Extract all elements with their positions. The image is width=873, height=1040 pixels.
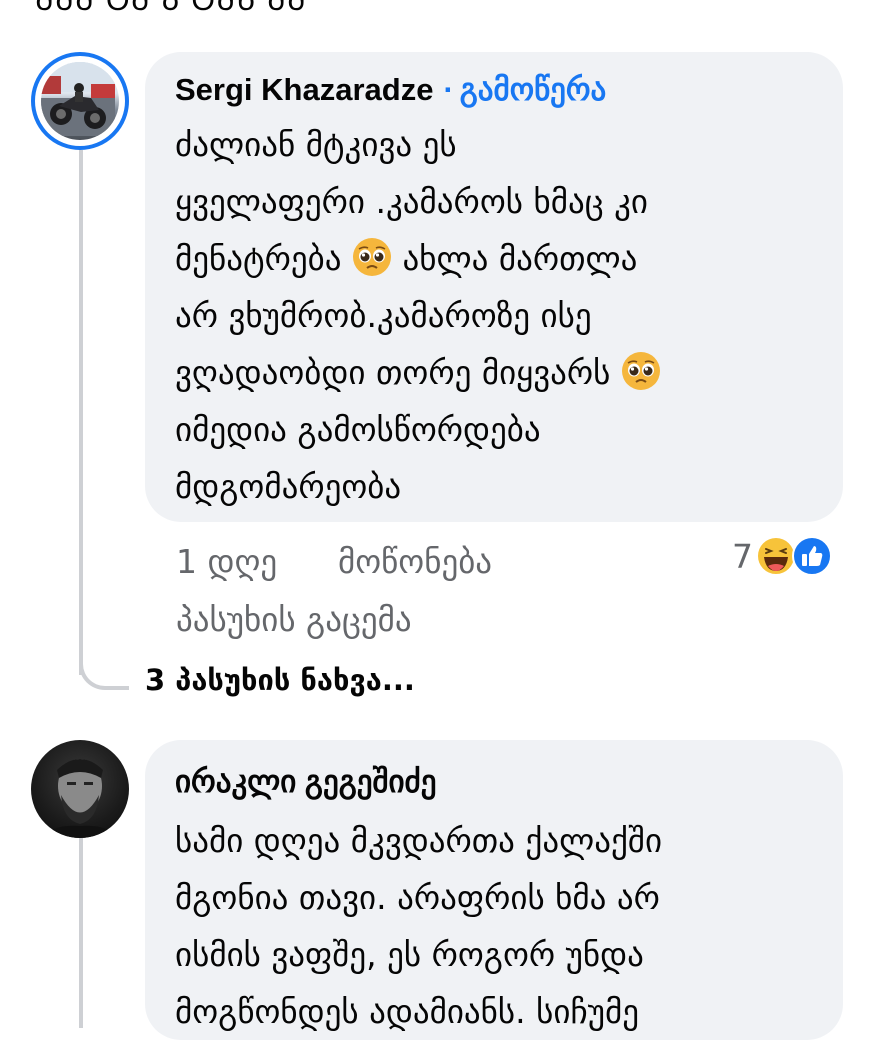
like-button[interactable]: მოწონება <box>338 542 492 581</box>
comment-line: იმედია გამოსწორდება <box>175 410 541 449</box>
comment-line: ახლა მართლა <box>402 239 638 278</box>
comment-line: ყველაფერი .კამაროს ხმაც კი <box>175 182 648 221</box>
comment-bubble: Sergi Khazaradze · გამოწერა ძალიან მტკივა … <box>145 52 843 522</box>
thread-line <box>79 838 83 1028</box>
separator-dot: · <box>443 72 454 107</box>
avatar-irakli[interactable] <box>31 740 129 838</box>
reaction-count: 7 <box>732 536 753 576</box>
comment-line: მგონია თავი. არაფრის ხმა არ <box>175 878 660 917</box>
avatar-sergi[interactable] <box>31 52 129 150</box>
like-icon <box>792 536 832 576</box>
comment-line: მდგომარეობა <box>175 467 402 506</box>
comment-text: სამი დღეა მკვდართა ქალაქში მგონია თავი. … <box>175 812 813 1040</box>
view-replies-link[interactable]: 3 პასუხის ნახვა... <box>145 663 415 697</box>
comment-timestamp[interactable]: 1 დღე <box>176 542 277 581</box>
motorcycle-photo <box>41 62 115 136</box>
follow-button[interactable]: გამოწერა <box>460 72 607 107</box>
comment-bubble: ირაკლი გეგეშიძე სამი დღეა მკვდართა ქალაქ… <box>145 740 843 1040</box>
author-name[interactable]: ირაკლი გეგეშიძე <box>175 764 436 799</box>
comment-header: ირაკლი გეგეშიძე <box>175 762 813 802</box>
comment-line: მოგწონდეს ადამიანს. სიჩუმე <box>175 992 639 1031</box>
pleading-face-emoji-icon <box>621 352 660 390</box>
clipped-previous-text: ᲛᲛᲛ ᲢᲛ Ა ᲢᲛᲬ ᲛᲛ <box>35 0 308 18</box>
comment-line: ძალიან მტკივა ეს <box>175 125 457 164</box>
portrait-photo <box>45 759 115 838</box>
reaction-summary[interactable]: 7 <box>732 532 833 580</box>
comment-line: არ ვხუმრობ.კამაროზე ისე <box>175 296 592 335</box>
thread-connector <box>79 640 129 690</box>
thread-line <box>79 150 83 675</box>
author-name[interactable]: Sergi Khazaradze <box>175 72 433 107</box>
comment-line: სამი დღეა მკვდართა ქალაქში <box>175 821 663 860</box>
comment-line: ისმის ვაფშე, ეს როგორ უნდა <box>175 935 644 974</box>
comment-line: მენატრება <box>175 239 342 278</box>
comment-line: ვღადაობდი თორე მიყვარს <box>175 353 611 392</box>
comment-text: ძალიან მტკივა ეს ყველაფერი .კამაროს ხმაც… <box>175 116 813 515</box>
pleading-face-emoji-icon <box>352 238 391 276</box>
reply-button[interactable]: პასუხის გაცემა <box>176 600 412 639</box>
comment-header: Sergi Khazaradze · გამოწერა <box>175 70 813 110</box>
